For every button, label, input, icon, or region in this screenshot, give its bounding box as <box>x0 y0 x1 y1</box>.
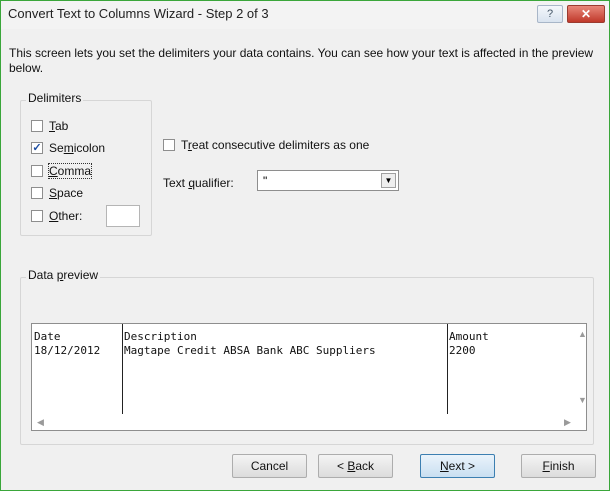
tab-label: Tab <box>49 119 69 133</box>
other-delimiter-input[interactable] <box>106 205 140 227</box>
data-preview-legend: Data preview <box>26 268 101 282</box>
checkbox-box <box>31 210 43 222</box>
preview-cell: Magtape Credit ABSA Bank ABC Suppliers <box>124 344 376 357</box>
text-qualifier-label: Text qualifier: <box>163 176 234 190</box>
vertical-scrollbar[interactable]: ▲ ▼ <box>576 323 587 415</box>
title-bar: Convert Text to Columns Wizard - Step 2 … <box>1 1 609 29</box>
other-label: Other: <box>49 209 83 223</box>
close-icon: ✕ <box>580 7 592 21</box>
back-button[interactable]: < Back <box>318 454 393 478</box>
checkbox-box <box>163 139 175 151</box>
scroll-left-icon[interactable]: ◀ <box>37 417 44 428</box>
column-separator[interactable] <box>447 324 448 414</box>
checkbox-box <box>31 120 43 132</box>
consecutive-label: Treat consecutive delimiters as one <box>181 138 370 152</box>
help-button[interactable]: ? <box>537 5 563 23</box>
checkbox-box <box>31 187 43 199</box>
dialog-title: Convert Text to Columns Wizard - Step 2 … <box>8 6 269 21</box>
finish-button[interactable]: Finish <box>521 454 596 478</box>
preview-cell: Description <box>124 330 197 343</box>
check-mark-icon: ✓ <box>31 142 43 154</box>
preview-cell: 18/12/2012 <box>34 344 101 357</box>
next-button[interactable]: Next > <box>420 454 495 478</box>
help-icon: ? <box>546 8 554 20</box>
scroll-down-icon[interactable]: ▼ <box>578 395 587 405</box>
cancel-button[interactable]: Cancel <box>232 454 307 478</box>
chevron-down-icon[interactable]: ▼ <box>381 173 396 188</box>
scroll-up-icon[interactable]: ▲ <box>578 329 587 339</box>
column-separator[interactable] <box>122 324 123 414</box>
intro-text: This screen lets you set the delimiters … <box>9 46 594 75</box>
preview-cell: 2200 <box>449 344 476 357</box>
close-button[interactable]: ✕ <box>567 5 605 23</box>
text-qualifier-select[interactable]: " ▼ <box>257 170 399 191</box>
semicolon-label: Semicolon <box>49 141 106 155</box>
horizontal-scrollbar[interactable]: ◀ ▶ <box>31 415 587 431</box>
preview-cell: Amount <box>449 330 489 343</box>
space-label: Space <box>49 186 84 200</box>
comma-label: Comma <box>47 163 93 179</box>
delimiters-legend: Delimiters <box>26 91 84 105</box>
checkbox-box <box>31 165 43 177</box>
wizard-dialog: Convert Text to Columns Wizard - Step 2 … <box>0 0 610 491</box>
scroll-right-icon[interactable]: ▶ <box>564 417 571 428</box>
preview-cell: Date <box>34 330 61 343</box>
text-qualifier-value: " <box>263 174 268 188</box>
